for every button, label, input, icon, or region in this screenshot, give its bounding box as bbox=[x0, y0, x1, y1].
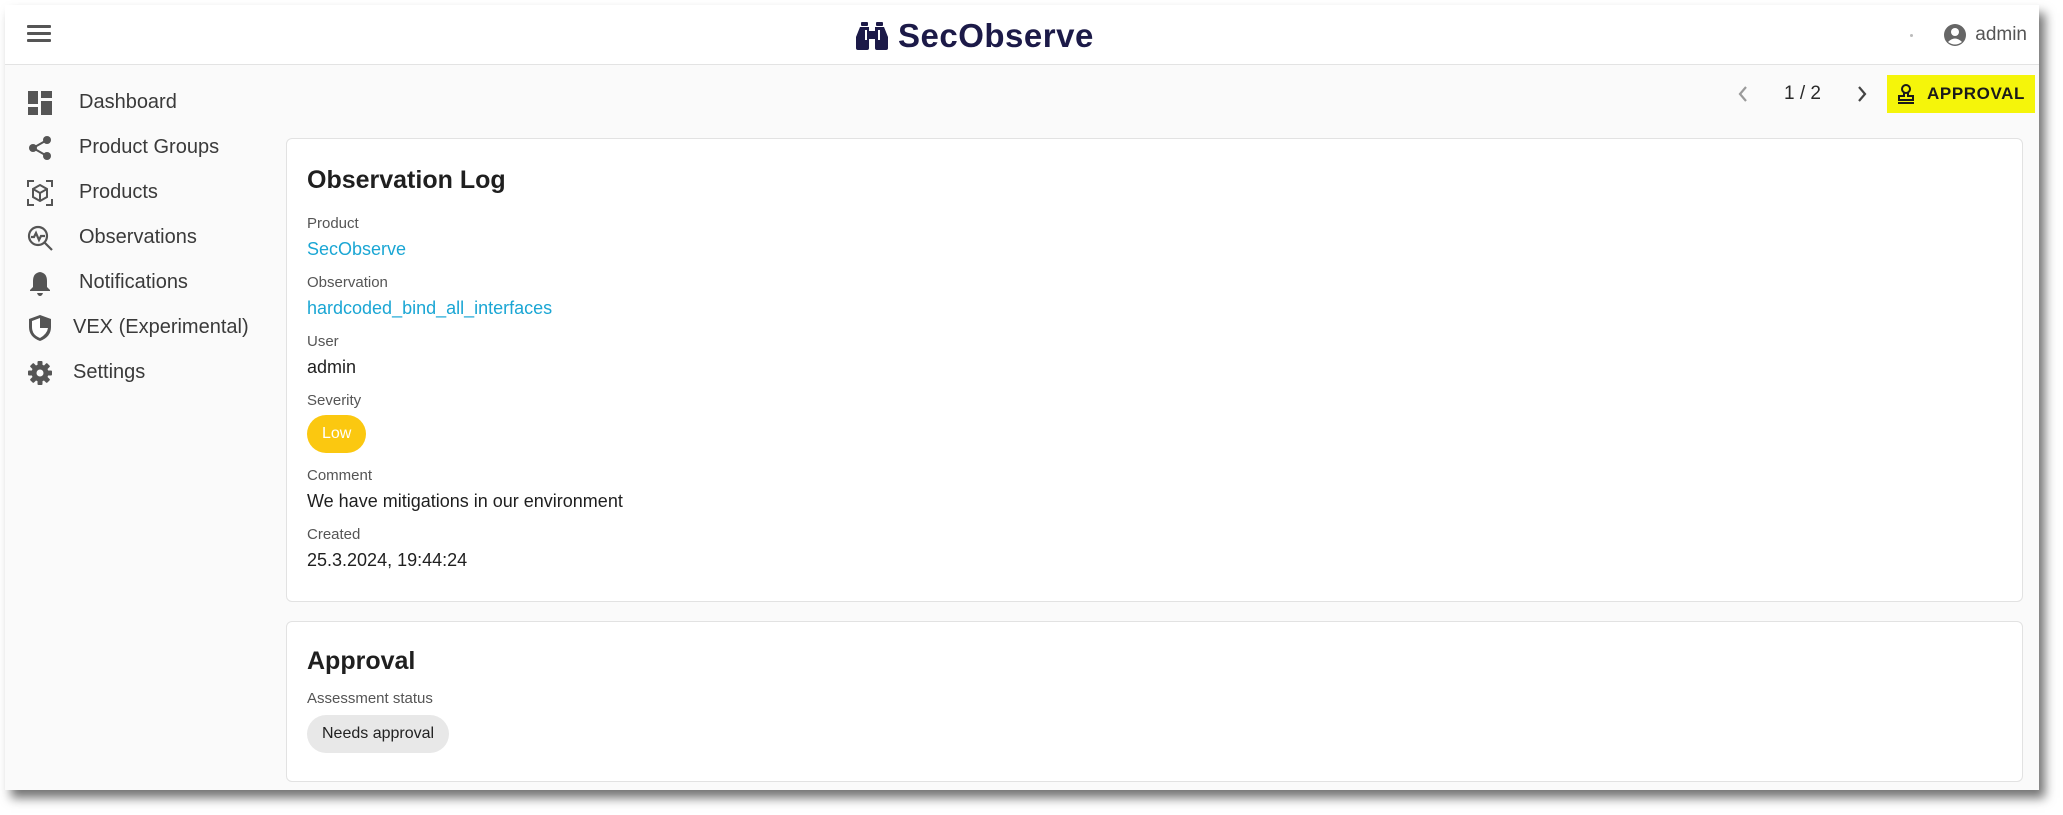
sidebar-item-product-groups[interactable]: Product Groups bbox=[5, 125, 285, 170]
sidebar: Dashboard Product Groups Products Observ… bbox=[5, 80, 285, 395]
next-button[interactable] bbox=[1845, 77, 1879, 111]
hamburger-icon bbox=[27, 25, 51, 28]
previous-button[interactable] bbox=[1726, 77, 1760, 111]
approval-card: Approval Assessment status Needs approva… bbox=[286, 621, 2023, 782]
approval-button-label: APPROVAL bbox=[1927, 84, 2025, 103]
observation-log-card: Observation Log Product SecObserve Obser… bbox=[286, 138, 2023, 602]
sidebar-item-vex[interactable]: VEX (Experimental) bbox=[5, 305, 285, 350]
status-badge: Needs approval bbox=[307, 715, 450, 753]
gear-icon bbox=[25, 358, 55, 388]
sidebar-item-observations[interactable]: Observations bbox=[5, 215, 285, 260]
app-window: SecObserve admin Dashboard Product Group… bbox=[5, 5, 2039, 790]
menu-button[interactable] bbox=[25, 21, 55, 49]
sidebar-item-notifications[interactable]: Notifications bbox=[5, 260, 285, 305]
product-link[interactable]: SecObserve bbox=[307, 238, 406, 260]
search-pulse-icon bbox=[25, 223, 55, 253]
app-bar: SecObserve admin bbox=[5, 5, 2039, 65]
brand-name: SecObserve bbox=[898, 17, 1094, 54]
created-value: 25.3.2024, 19:44:24 bbox=[307, 550, 468, 570]
bell-icon bbox=[25, 268, 55, 298]
chevron-left-icon bbox=[1738, 86, 1747, 102]
sidebar-item-dashboard[interactable]: Dashboard bbox=[5, 80, 285, 125]
comment-label: Comment bbox=[307, 467, 373, 484]
comment-value: We have mitigations in our environment bbox=[307, 491, 623, 511]
created-label: Created bbox=[307, 526, 361, 543]
product-label: Product bbox=[307, 215, 359, 232]
divider-dot bbox=[1910, 33, 1914, 37]
dashboard-icon bbox=[25, 88, 55, 118]
brand-logo[interactable]: SecObserve bbox=[856, 17, 1094, 54]
chevron-right-icon bbox=[1858, 86, 1867, 102]
pager-indicator: 1 / 2 bbox=[1784, 83, 1821, 104]
severity-badge: Low bbox=[307, 415, 367, 453]
observation-label: Observation bbox=[307, 274, 388, 291]
account-circle-icon bbox=[1944, 24, 1967, 46]
observation-link[interactable]: hardcoded_bind_all_interfaces bbox=[307, 297, 552, 319]
share-icon bbox=[25, 133, 55, 163]
card-title: Observation Log bbox=[307, 166, 506, 194]
severity-label: Severity bbox=[307, 392, 362, 409]
shield-icon bbox=[25, 313, 55, 343]
sidebar-item-settings[interactable]: Settings bbox=[5, 350, 285, 395]
record-toolbar: 1 / 2 APPROVAL bbox=[1726, 75, 2035, 113]
user-name: admin bbox=[1975, 24, 2027, 45]
user-label: User bbox=[307, 333, 339, 350]
user-value: admin bbox=[307, 357, 357, 377]
binoculars-icon bbox=[856, 22, 888, 50]
sidebar-item-products[interactable]: Products bbox=[5, 170, 285, 215]
cube-scan-icon bbox=[25, 178, 55, 208]
card-title: Approval bbox=[307, 647, 416, 675]
stamp-icon bbox=[1898, 84, 1914, 104]
user-menu[interactable]: admin bbox=[1910, 23, 2027, 47]
approval-button[interactable]: APPROVAL bbox=[1887, 75, 2035, 113]
assessment-status-label: Assessment status bbox=[307, 690, 433, 707]
